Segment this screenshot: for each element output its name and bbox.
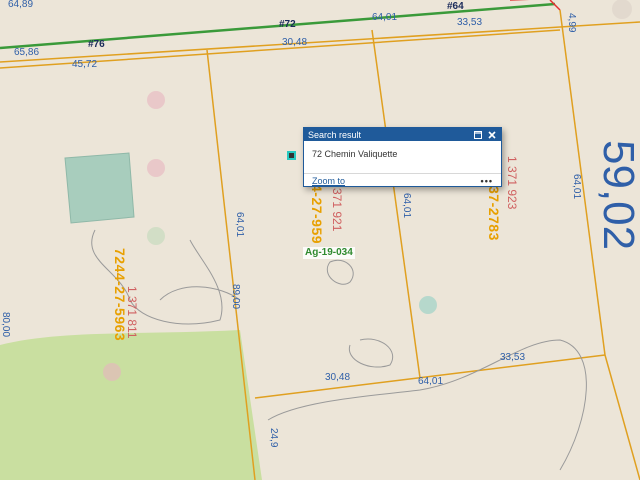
popup-title: Search result <box>308 129 362 140</box>
dim-label: 24,9 <box>268 428 279 448</box>
lot-code-label: 4-27-959 <box>309 184 325 245</box>
lot-number-label: 371 921 <box>330 188 344 232</box>
road-label-72: #72 <box>279 19 296 30</box>
lot-code-label: 37-2783 <box>486 186 502 241</box>
green-area <box>0 330 262 480</box>
dim-label: 45,72 <box>72 59 98 70</box>
dim-label: 80,00 <box>0 312 11 338</box>
zoom-to-link[interactable]: Zoom to <box>312 176 345 186</box>
zone-label: Ag-19-034 <box>303 247 355 259</box>
close-icon[interactable] <box>487 130 497 140</box>
dim-label: 4,99 <box>566 13 577 33</box>
dim-label: 64,89 <box>8 0 34 10</box>
road-label-76: #76 <box>88 39 105 50</box>
dim-label: 30,48 <box>282 37 308 48</box>
popup-footer: Zoom to ••• <box>304 173 501 188</box>
dim-label: 64,01 <box>372 12 398 23</box>
maximize-icon[interactable] <box>473 130 483 140</box>
more-options-icon[interactable]: ••• <box>481 176 493 186</box>
dim-label: 33,53 <box>457 17 483 28</box>
dim-label: 64,01 <box>234 212 245 238</box>
dim-label: 65,86 <box>14 47 40 58</box>
dim-label: 64,01 <box>401 193 412 219</box>
selected-location-marker[interactable] <box>287 151 296 160</box>
dim-label: 30,48 <box>325 372 351 383</box>
popup-body: 72 Chemin Valiquette <box>304 141 501 173</box>
large-dimension-label: 59,02 <box>594 140 640 251</box>
road-label-64: #64 <box>447 1 464 12</box>
building-footprint <box>64 152 135 224</box>
dim-label: 64,01 <box>571 174 582 200</box>
popup-header: Search result <box>304 128 501 141</box>
dim-label: 33,53 <box>500 352 526 363</box>
dim-label: 64,01 <box>418 376 444 387</box>
search-result-popup: Search result 72 Chemin Valiquette Zoom … <box>303 127 502 187</box>
lot-number-label: 1 371 811 <box>125 286 139 339</box>
lot-number-label: 1 371 923 <box>505 156 519 210</box>
dim-label: 89,00 <box>230 284 241 310</box>
result-address: 72 Chemin Valiquette <box>312 149 398 159</box>
